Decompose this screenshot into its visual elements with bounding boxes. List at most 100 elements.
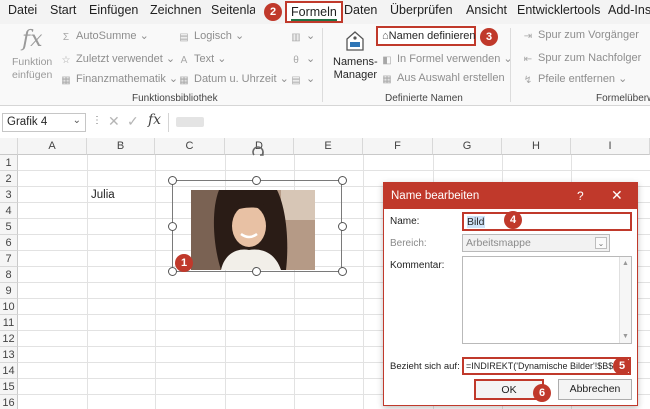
row-header-13[interactable]: 13 xyxy=(0,347,18,363)
more-functions-icon: ▤ xyxy=(291,75,301,86)
scroll-up-icon[interactable]: ▲ xyxy=(620,260,631,267)
name-field[interactable]: Bild xyxy=(462,212,632,231)
step-badge-4: 4 xyxy=(504,211,522,229)
chevron-down-icon[interactable]: ⌄ xyxy=(595,237,607,249)
resize-handle-n[interactable] xyxy=(252,176,261,185)
row-header-15[interactable]: 15 xyxy=(0,379,18,395)
row-header-6[interactable]: 6 xyxy=(0,235,18,251)
resize-handle-w[interactable] xyxy=(168,222,177,231)
tab-formeln[interactable]: Formeln xyxy=(285,1,343,23)
tab-daten[interactable]: Daten xyxy=(344,3,377,17)
formula-input[interactable] xyxy=(168,113,648,132)
logical-icon: ▤ xyxy=(179,32,189,43)
datetime-button[interactable]: ▦ Datum u. Uhrzeit ⌄ xyxy=(178,72,289,86)
column-header-h[interactable]: H xyxy=(502,138,571,155)
row-header-5[interactable]: 5 xyxy=(0,219,18,235)
row-header-11[interactable]: 11 xyxy=(0,315,18,331)
name-manager-button[interactable]: Namens- Manager xyxy=(333,56,378,82)
row-header-14[interactable]: 14 xyxy=(0,363,18,379)
cancel-icon[interactable]: ✕ xyxy=(108,113,120,130)
tab-entwicklertools[interactable]: Entwicklertools xyxy=(517,3,600,17)
tab-start[interactable]: Start xyxy=(50,3,76,17)
row-header-2[interactable]: 2 xyxy=(0,171,18,187)
financial-button[interactable]: ▦ Finanzmathematik ⌄ xyxy=(60,72,178,86)
tab-ueberpruefen[interactable]: Überprüfen xyxy=(390,3,453,17)
more-icon[interactable]: ⋮ xyxy=(92,115,102,126)
column-header-g[interactable]: G xyxy=(433,138,502,155)
column-header-f[interactable]: F xyxy=(363,138,433,155)
column-header-b[interactable]: B xyxy=(87,138,155,155)
insert-function-button[interactable]: Funktion einfügen xyxy=(12,56,52,82)
trace-precedents-button[interactable]: ⇥ Spur zum Vorgänger xyxy=(522,29,639,42)
lookup-button[interactable]: ▥ ⌄ xyxy=(290,29,315,43)
row-header-10[interactable]: 10 xyxy=(0,299,18,315)
trace-dependents-icon: ⇤ xyxy=(523,54,533,65)
recent-button[interactable]: ☆ Zuletzt verwendet ⌄ xyxy=(60,52,176,66)
scroll-down-icon[interactable]: ▼ xyxy=(620,333,631,340)
column-header-e[interactable]: E xyxy=(294,138,363,155)
define-name-label: Namen definieren xyxy=(388,30,476,42)
sigma-icon: Σ xyxy=(62,32,70,43)
comment-field[interactable]: ▲ ▼ xyxy=(462,256,632,344)
column-header-a[interactable]: A xyxy=(18,138,87,155)
tab-datei[interactable]: Datei xyxy=(8,3,37,17)
refers-to-field[interactable]: =INDIREKT('Dynamische Bilder'!$B$3) xyxy=(462,357,631,375)
tab-add-ins[interactable]: Add-Ins xyxy=(608,3,650,17)
cancel-button[interactable]: Abbrechen xyxy=(558,379,632,400)
gridline xyxy=(87,155,88,409)
define-name-button[interactable]: ⌂Namen definieren xyxy=(376,26,476,46)
name-box-value: Grafik 4 xyxy=(7,116,48,128)
autosum-button[interactable]: Σ AutoSumme ⌄ xyxy=(60,29,149,43)
comment-scrollbar[interactable]: ▲ ▼ xyxy=(619,257,631,343)
logical-button[interactable]: ▤ Logisch ⌄ xyxy=(178,29,244,43)
tab-einfuegen[interactable]: Einfügen xyxy=(89,3,138,17)
row-header-7[interactable]: 7 xyxy=(0,251,18,267)
name-manager-tag-icon[interactable] xyxy=(343,29,367,53)
row-header-4[interactable]: 4 xyxy=(0,203,18,219)
row-header-9[interactable]: 9 xyxy=(0,283,18,299)
cell-b3[interactable]: Julia xyxy=(91,189,115,201)
ribbon: fx Funktion einfügen Σ AutoSumme ⌄ ☆ Zulet… xyxy=(0,24,650,106)
close-icon[interactable]: ✕ xyxy=(611,187,623,204)
resize-handle-e[interactable] xyxy=(338,222,347,231)
resize-handle-s[interactable] xyxy=(252,267,261,276)
row-header-16[interactable]: 16 xyxy=(0,395,18,409)
resize-handle-se[interactable] xyxy=(338,267,347,276)
more-functions-button[interactable]: ▤ ⌄ xyxy=(290,72,315,86)
resize-handle-nw[interactable] xyxy=(168,176,177,185)
tab-zeichnen[interactable]: Zeichnen xyxy=(150,3,201,17)
help-icon[interactable]: ? xyxy=(577,189,584,203)
row-header-12[interactable]: 12 xyxy=(0,331,18,347)
select-all-corner[interactable] xyxy=(0,138,18,155)
gridline xyxy=(363,155,364,409)
financial-label: Finanzmathematik xyxy=(76,73,166,85)
remove-arrows-button[interactable]: ↯ Pfeile entfernen ⌄ xyxy=(522,72,628,86)
recent-label: Zuletzt verwendet xyxy=(76,53,163,65)
use-in-formula-label: In Formel verwenden xyxy=(397,53,501,65)
dialog-title-bar[interactable]: Name bearbeiten ? ✕ xyxy=(384,183,637,209)
create-from-selection-button[interactable]: ▦ Aus Auswahl erstellen xyxy=(381,72,504,85)
enter-icon[interactable]: ✓ xyxy=(127,113,139,130)
math-button[interactable]: θ ⌄ xyxy=(290,52,315,66)
insert-function-icon[interactable]: fx xyxy=(22,27,43,52)
trace-dependents-button[interactable]: ⇤ Spur zum Nachfolger xyxy=(522,52,642,65)
name-box[interactable]: Grafik 4 ⌄ xyxy=(2,113,86,132)
rotate-handle-icon[interactable] xyxy=(250,146,266,162)
row-header-3[interactable]: 3 xyxy=(0,187,18,203)
row-header-8[interactable]: 8 xyxy=(0,267,18,283)
resize-handle-ne[interactable] xyxy=(338,176,347,185)
chevron-down-icon[interactable]: ⌄ xyxy=(73,115,81,126)
use-in-formula-button[interactable]: ◧ In Formel verwenden ⌄ xyxy=(381,52,512,66)
tab-seitenlayout[interactable]: Seitenlayo xyxy=(211,3,255,17)
column-header-c[interactable]: C xyxy=(155,138,225,155)
refers-to-label: Bezieht sich auf: xyxy=(390,361,460,372)
scope-select[interactable]: Arbeitsmappe ⌄ xyxy=(462,234,610,252)
text-button[interactable]: A Text ⌄ xyxy=(178,52,227,66)
insert-function-fx-icon[interactable]: fx xyxy=(148,112,161,128)
resize-handle-sw[interactable] xyxy=(168,267,177,276)
tab-ansicht[interactable]: Ansicht xyxy=(466,3,507,17)
column-header-i[interactable]: I xyxy=(571,138,650,155)
dynamic-picture[interactable] xyxy=(191,190,315,270)
row-header-1[interactable]: 1 xyxy=(0,155,18,171)
calendar-icon: ▦ xyxy=(179,75,189,86)
